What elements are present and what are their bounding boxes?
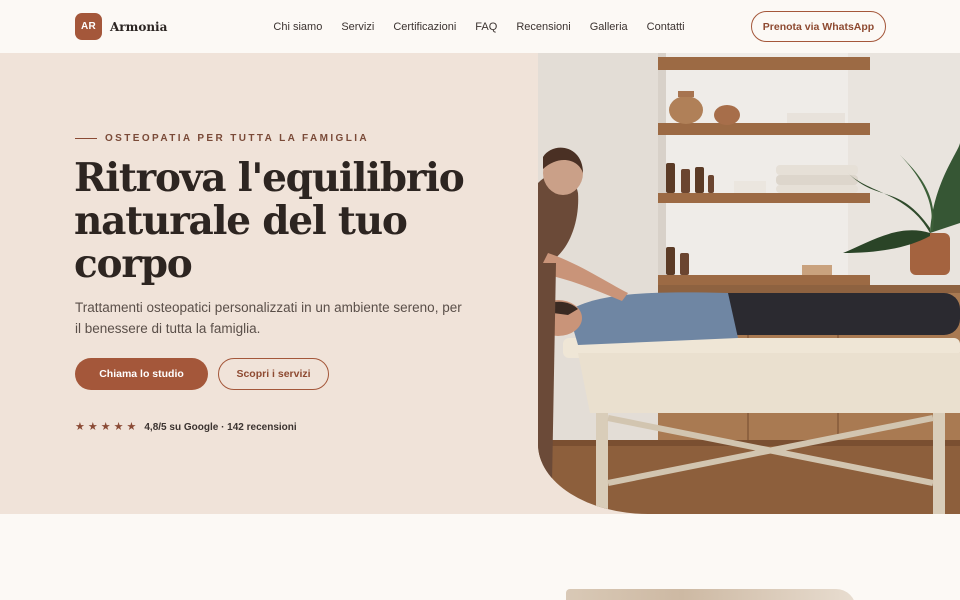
hero-subtitle: Trattamenti osteopatici personalizzati i…: [75, 300, 462, 336]
star-icon: ★: [87, 421, 98, 433]
hero-eyebrow: OSTEOPATIA PER TUTTA LA FAMIGLIA: [75, 133, 369, 144]
brand-logo[interactable]: AR Armonia: [75, 13, 167, 40]
nav-recensioni[interactable]: Recensioni: [516, 21, 570, 33]
whatsapp-booking-button[interactable]: Prenota via WhatsApp: [751, 11, 886, 42]
call-studio-button[interactable]: Chiama lo studio: [75, 358, 208, 390]
treatment-room-illustration: [538, 53, 960, 514]
eyebrow-divider: [75, 138, 97, 139]
star-icon: ★: [75, 421, 85, 433]
hero-title: Ritrova l'equilibrio naturale del tuo co…: [74, 157, 494, 286]
hero-title-line-1: Ritrova l'equilibrio: [74, 155, 465, 201]
hero-image: [538, 53, 960, 514]
hero-title-line-3: corpo: [74, 241, 193, 287]
nav-certificazioni[interactable]: Certificazioni: [393, 21, 456, 33]
star-icon: ★: [126, 421, 137, 433]
google-rating: ★ ★ ★ ★ ★ 4,8/5 su Google · 142 recensio…: [75, 422, 297, 434]
hero-title-line-2: naturale del tuo: [74, 198, 408, 244]
rating-text: 4,8/5 su Google · 142 recensioni: [144, 422, 297, 433]
main-nav: Chi siamo Servizi Certificazioni FAQ Rec…: [273, 21, 684, 33]
nav-contatti[interactable]: Contatti: [647, 21, 685, 33]
section-image: [566, 589, 856, 600]
site-header: AR Armonia Chi siamo Servizi Certificazi…: [0, 0, 960, 53]
nav-faq[interactable]: FAQ: [475, 21, 497, 33]
star-icon: ★: [100, 421, 111, 433]
nav-chi-siamo[interactable]: Chi siamo: [273, 21, 322, 33]
nav-galleria[interactable]: Galleria: [590, 21, 628, 33]
nav-servizi[interactable]: Servizi: [341, 21, 374, 33]
eyebrow-text: OSTEOPATIA PER TUTTA LA FAMIGLIA: [105, 133, 370, 144]
hero-section: OSTEOPATIA PER TUTTA LA FAMIGLIA Ritrova…: [0, 53, 960, 514]
brand-name: Armonia: [110, 19, 168, 34]
logo-mark: AR: [75, 13, 102, 40]
next-section: [0, 514, 960, 600]
rating-stars: ★ ★ ★ ★ ★: [75, 422, 136, 433]
star-icon: ★: [113, 421, 124, 433]
discover-services-button[interactable]: Scopri i servizi: [218, 358, 329, 390]
